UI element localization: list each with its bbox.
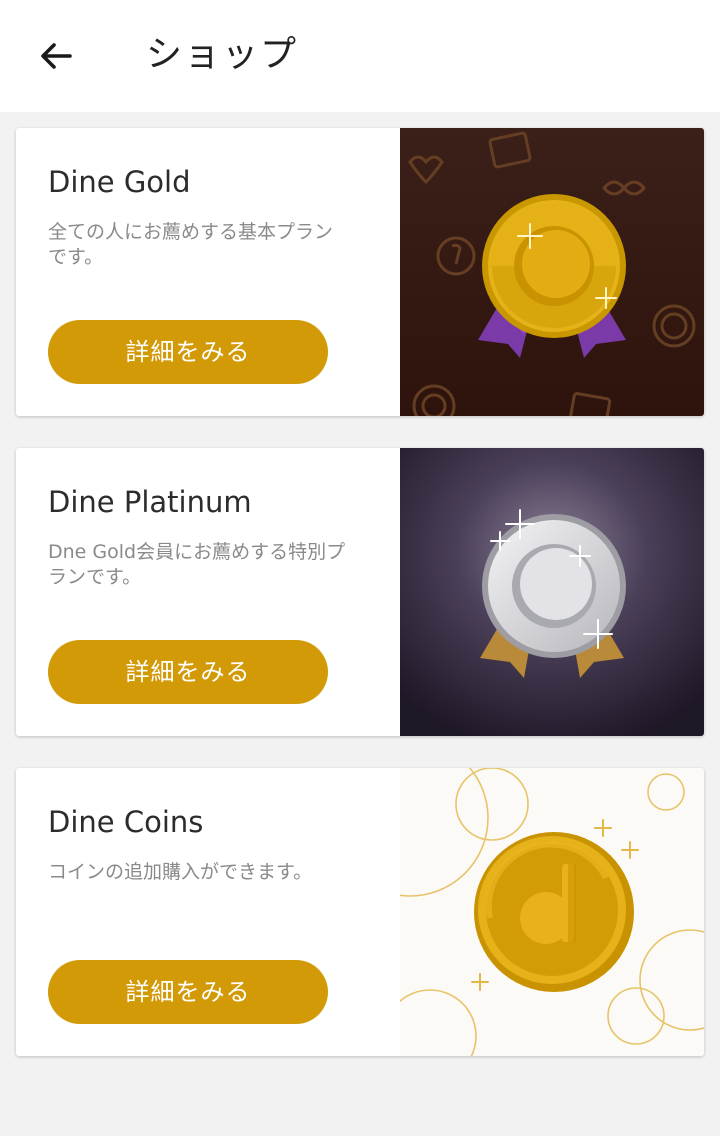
card-title: Dine Coins [48,805,204,839]
plan-card-gold: Dine Gold 全ての人にお薦めする基本プランです。 詳細をみる [16,128,704,416]
gold-medal-icon [400,128,704,416]
card-text: Dine Platinum Dne Gold会員にお薦めする特別プランです。 詳… [48,448,368,736]
card-title: Dine Platinum [48,485,252,519]
back-button[interactable] [28,28,84,84]
card-description: Dne Gold会員にお薦めする特別プランです。 [48,541,346,588]
coins-image [400,768,704,1056]
platinum-medal-image [400,448,704,736]
app-bar: ショップ [0,0,720,112]
card-title: Dine Gold [48,165,191,199]
coin-icon [400,768,704,1056]
card-description: コインの追加購入ができます。 [48,861,313,883]
gold-medal-image [400,128,704,416]
card-description: 全ての人にお薦めする基本プランです。 [48,221,334,268]
card-text: Dine Gold 全ての人にお薦めする基本プランです。 詳細をみる [48,128,368,416]
plan-card-platinum: Dine Platinum Dne Gold会員にお薦めする特別プランです。 詳… [16,448,704,736]
arrow-left-icon [41,43,72,69]
details-button[interactable]: 詳細をみる [48,320,328,384]
platinum-medal-icon [400,448,704,736]
plan-card-coins: Dine Coins コインの追加購入ができます。 詳細をみる [16,768,704,1056]
details-button[interactable]: 詳細をみる [48,960,328,1024]
page-title: ショップ [146,34,299,75]
details-button[interactable]: 詳細をみる [48,640,328,704]
card-text: Dine Coins コインの追加購入ができます。 詳細をみる [48,768,368,1056]
